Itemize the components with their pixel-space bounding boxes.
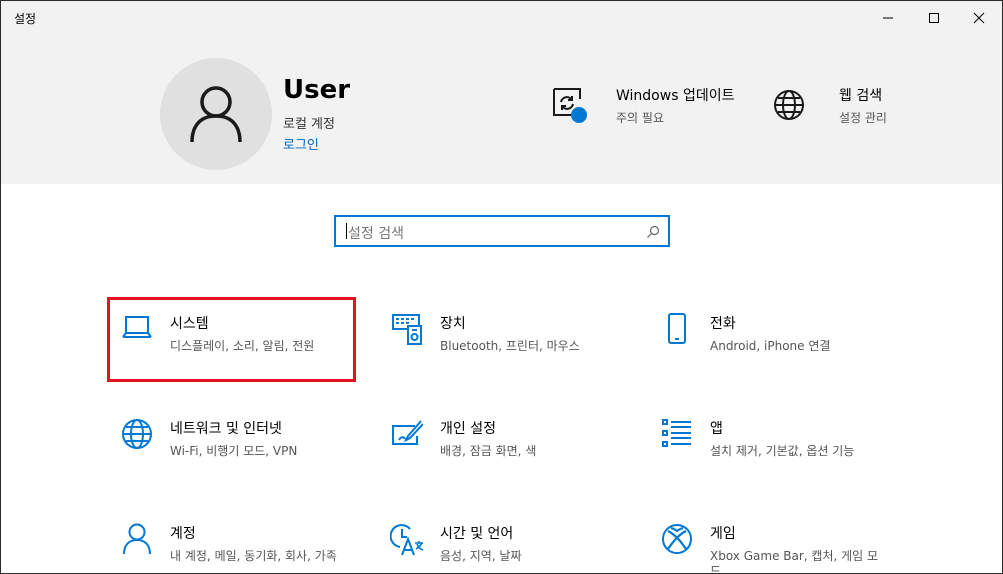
avatar[interactable] [160,58,272,170]
title-bar: 설정 [1,1,1002,35]
tile-subtitle: Wi-Fi, 비행기 모드, VPN [170,444,298,458]
tile-subtitle: 배경, 잠금 화면, 색 [440,444,537,458]
globe-icon [120,418,154,452]
tile-title: 시간 및 언어 [440,526,514,542]
tile-personalization[interactable]: 개인 설정 배경, 잠금 화면, 색 [390,418,640,488]
user-name: User [283,75,351,105]
maximize-icon [929,13,939,23]
tile-title: 전화 [710,316,736,332]
windows-update-title: Windows 업데이트 [616,88,735,104]
tile-subtitle: 설치 제거, 기본값, 옵션 기능 [710,444,855,458]
account-type: 로컬 계정 [283,117,335,132]
tile-network[interactable]: 네트워크 및 인터넷 Wi-Fi, 비행기 모드, VPN [120,418,370,488]
personalization-icon [390,418,424,452]
highlight-box [107,297,356,382]
tile-subtitle: Android, iPhone 연결 [710,339,831,353]
person-icon [120,523,154,557]
windows-update-status: 주의 필요 [616,111,664,125]
tile-devices[interactable]: 장치 Bluetooth, 프린터, 마우스 [390,313,640,383]
settings-search-field[interactable]: 설정 검색 [334,215,670,247]
tile-title: 계정 [170,526,196,542]
xbox-icon [660,523,694,557]
tile-phone[interactable]: 전화 Android, iPhone 연결 [660,313,910,383]
tile-subtitle: 내 계정, 메일, 동기화, 회사, 가족 [170,549,337,563]
settings-window: 설정 User 로컬 계정 로그인 Windows 업데이트 주의 필요 웹 검… [0,0,1003,574]
web-search-subtitle: 설정 관리 [839,111,887,125]
tile-subtitle: Bluetooth, 프린터, 마우스 [440,339,580,353]
tile-title: 게임 [710,526,736,542]
web-search-item[interactable]: 웹 검색 설정 관리 [773,85,887,126]
tile-subtitle: 음성, 지역, 날짜 [440,549,522,563]
search-placeholder: 설정 검색 [348,226,404,242]
text-caret [346,223,347,239]
windows-update-icon [550,85,590,125]
tile-title: 앱 [710,421,723,437]
tile-title: 네트워크 및 인터넷 [170,421,282,437]
minimize-icon [883,17,893,19]
phone-icon [660,313,694,347]
search-icon[interactable] [646,224,660,243]
apps-list-icon [660,418,694,452]
globe-icon [773,89,805,121]
tile-time-language[interactable]: 시간 및 언어 음성, 지역, 날짜 [390,523,640,573]
time-language-icon [390,523,424,557]
tile-gaming[interactable]: 게임 Xbox Game Bar, 캡처, 게임 모드 [660,523,910,574]
person-icon [190,86,242,143]
login-link[interactable]: 로그인 [283,134,319,153]
close-button[interactable] [956,1,1002,35]
maximize-button[interactable] [911,1,957,35]
tile-apps[interactable]: 앱 설치 제거, 기본값, 옵션 기능 [660,418,910,488]
tile-title: 장치 [440,316,466,332]
tile-subtitle: Xbox Game Bar, 캡처, 게임 모드 [710,549,879,574]
minimize-button[interactable] [865,1,911,35]
devices-icon [390,313,424,347]
close-icon [973,12,985,24]
window-title: 설정 [14,12,37,26]
windows-update-item[interactable]: Windows 업데이트 주의 필요 [550,85,734,126]
tile-accounts[interactable]: 계정 내 계정, 메일, 동기화, 회사, 가족 [120,523,370,573]
account-header: User 로컬 계정 로그인 Windows 업데이트 주의 필요 웹 검색 설… [1,35,1002,184]
tile-title: 개인 설정 [440,421,496,437]
web-search-title: 웹 검색 [839,88,883,104]
